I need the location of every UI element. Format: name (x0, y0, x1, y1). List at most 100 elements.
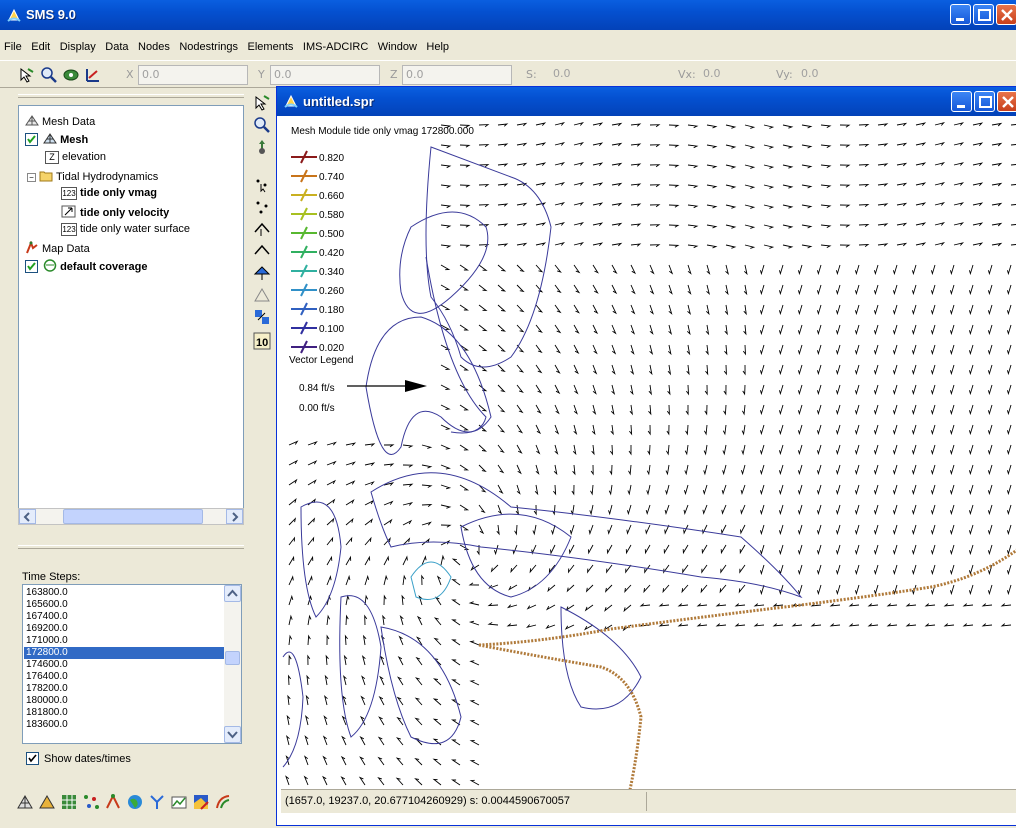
velocity-vector (835, 264, 841, 276)
contour-labels-icon[interactable]: 10 (253, 332, 271, 350)
velocity-vector (535, 162, 547, 166)
map-module-icon[interactable] (104, 793, 122, 811)
time-step-item[interactable]: 176400.0 (24, 671, 224, 683)
scroll-up-button[interactable] (224, 585, 241, 602)
minimize-button[interactable] (950, 4, 971, 25)
mesh-visibility-checkbox[interactable] (25, 133, 38, 146)
y-coordinate-field[interactable]: 0.0 (270, 65, 380, 85)
velocity-vector (905, 603, 917, 607)
tree-item-tide-only-velocity[interactable]: tide only velocity (61, 205, 169, 219)
z-coordinate-field[interactable]: 0.0 (402, 65, 512, 85)
close-button[interactable] (996, 4, 1016, 25)
select-nodestring-icon[interactable] (253, 220, 271, 238)
create-nodestring-icon[interactable] (253, 242, 271, 260)
menu-nodestrings[interactable]: Nodestrings (176, 38, 241, 56)
scatter-module-icon[interactable] (82, 793, 100, 811)
select-tool-icon[interactable] (18, 66, 36, 84)
time-step-item[interactable]: 163800.0 (24, 587, 224, 599)
velocity-vector (949, 324, 955, 336)
menu-nodes[interactable]: Nodes (135, 38, 173, 56)
doc-minimize-button[interactable] (951, 91, 972, 112)
velocity-vector (516, 264, 525, 273)
velocity-vector (611, 202, 623, 207)
time-step-item[interactable]: 181800.0 (24, 707, 224, 719)
tree-item-mesh-data[interactable]: Mesh Data (25, 114, 95, 128)
tree-item-map-data[interactable]: Map Data (25, 241, 90, 255)
velocity-vector (440, 424, 451, 430)
doc-close-button[interactable] (997, 91, 1016, 112)
time-step-item[interactable]: 178200.0 (24, 683, 224, 695)
velocity-vector (554, 424, 560, 435)
menu-data[interactable]: Data (102, 38, 131, 56)
time-step-item[interactable]: 167400.0 (24, 611, 224, 623)
velocity-vector (440, 204, 452, 209)
maximize-button[interactable] (973, 4, 994, 25)
velocity-vector (741, 444, 746, 456)
velocity-vector (968, 364, 974, 376)
time-step-item[interactable]: 183600.0 (24, 719, 224, 731)
mesh-module-icon[interactable] (16, 793, 34, 811)
menu-file[interactable]: File (0, 38, 25, 56)
tree-item-default-coverage[interactable]: default coverage (25, 259, 147, 273)
arc-module-icon[interactable] (214, 793, 232, 811)
coverage-visibility-checkbox[interactable] (25, 260, 38, 273)
time-step-item[interactable]: 180000.0 (24, 695, 224, 707)
show-dates-option[interactable]: Show dates/times (26, 752, 131, 765)
doc-maximize-button[interactable] (974, 91, 995, 112)
tree-item-tide-only-water-surface[interactable]: 123 tide only water surface (61, 223, 190, 236)
menu-edit[interactable]: Edit (28, 38, 53, 56)
explorer-splitter-top[interactable] (18, 94, 244, 98)
menu-display[interactable]: Display (57, 38, 99, 56)
tree-item-mesh[interactable]: Mesh (25, 132, 88, 146)
explorer-horizontal-scrollbar[interactable] (18, 508, 244, 525)
time-step-item[interactable]: 165600.0 (24, 599, 224, 611)
x-coordinate-field[interactable]: 0.0 (138, 65, 248, 85)
create-nodes-icon[interactable] (253, 198, 271, 216)
tree-item-tidal-hydrodynamics[interactable]: − Tidal Hydrodynamics (27, 169, 158, 183)
velocity-vector (307, 634, 311, 646)
scroll-thumb[interactable] (63, 509, 203, 524)
scroll-right-button[interactable] (226, 509, 243, 524)
collapse-icon[interactable]: − (27, 173, 36, 182)
menu-ims-adcirc[interactable]: IMS-ADCIRC (300, 38, 371, 56)
create-elements-icon[interactable] (253, 286, 271, 304)
time-step-item[interactable]: 171000.0 (24, 635, 224, 647)
select-elements-icon[interactable] (253, 264, 271, 282)
scroll-down-button[interactable] (224, 726, 241, 743)
show-dates-checkbox[interactable] (26, 752, 39, 765)
select-tool-icon[interactable] (253, 94, 271, 112)
menu-window[interactable]: Window (375, 38, 420, 56)
merge-triangles-icon[interactable] (253, 308, 271, 326)
raster-module-icon[interactable] (192, 793, 210, 811)
gis-module-icon[interactable] (126, 793, 144, 811)
particle-module-icon[interactable] (148, 793, 166, 811)
zoom-tool-icon[interactable] (253, 116, 271, 134)
time-step-item-selected[interactable]: 172800.0 (24, 647, 224, 659)
zoom-icon[interactable] (40, 66, 58, 84)
velocity-vector (402, 555, 408, 566)
time-steps-label: Time Steps: (22, 571, 81, 583)
menu-elements[interactable]: Elements (245, 38, 297, 56)
velocity-vector (896, 222, 908, 227)
time-step-item[interactable]: 174600.0 (24, 659, 224, 671)
menu-help[interactable]: Help (423, 38, 452, 56)
time-steps-list[interactable]: 163800.0 165600.0 167400.0 169200.0 1710… (22, 584, 242, 744)
graphics-window[interactable]: Mesh Module tide only vmag 172800.000 0.… (281, 117, 1016, 802)
rotate-icon[interactable] (62, 66, 80, 84)
velocity-vector (432, 698, 442, 706)
velocity-vector (740, 464, 746, 476)
explorer-splitter-bottom[interactable] (18, 545, 244, 549)
tree-item-tide-only-vmag[interactable]: 123 tide only vmag (61, 187, 157, 200)
select-nodes-icon[interactable] (253, 176, 271, 194)
velocity-vector (972, 142, 984, 147)
time-step-item[interactable]: 169200.0 (24, 623, 224, 635)
1d-grid-module-icon[interactable] (170, 793, 188, 811)
frame-icon[interactable] (84, 66, 102, 84)
scroll-left-button[interactable] (19, 509, 36, 524)
time-steps-scrollbar[interactable] (224, 585, 241, 743)
scroll-thumb[interactable] (225, 651, 240, 665)
pan-tool-icon[interactable] (253, 138, 271, 156)
cartesian-grid-module-icon[interactable] (38, 793, 56, 811)
grid-module-icon[interactable] (60, 793, 78, 811)
tree-item-elevation[interactable]: Zelevation (45, 151, 106, 164)
